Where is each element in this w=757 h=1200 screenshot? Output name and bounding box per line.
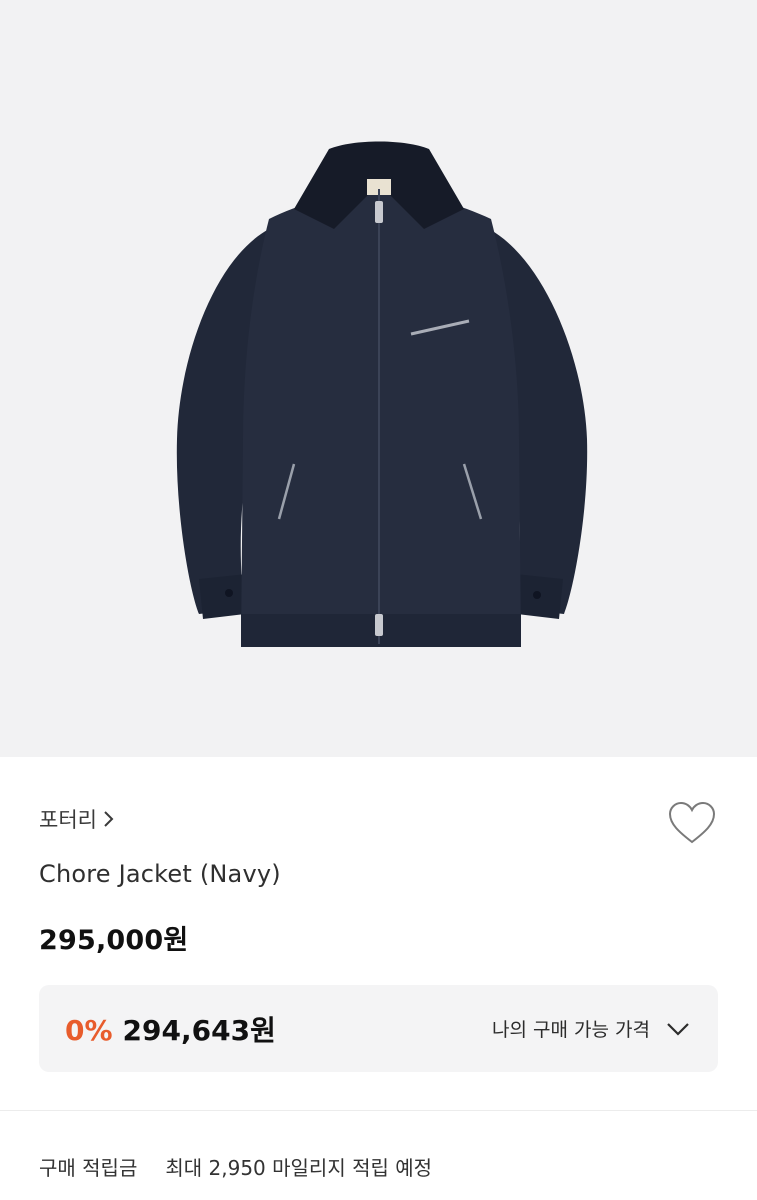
product-detail-page: 포터리 Chore Jacket (Navy) 295,000원 0% 294,… [0,0,757,1200]
my-price-toggle[interactable]: 나의 구매 가능 가격 [492,1015,690,1042]
final-price-group: 0% 294,643원 [65,1009,276,1049]
discount-rate: 0% [65,1013,113,1047]
heart-outline-icon [668,801,716,844]
reward-points-value: 최대 2,950 마일리지 적립 예정 [165,1156,433,1180]
reward-points-row: 구매 적립금 최대 2,950 마일리지 적립 예정 [39,1152,432,1181]
chevron-right-icon [103,810,115,828]
product-name: Chore Jacket (Navy) [39,860,281,888]
product-image[interactable] [0,0,757,757]
brand-link[interactable]: 포터리 [39,800,115,838]
reward-points-label: 구매 적립금 [39,1156,138,1180]
wishlist-button[interactable] [664,797,720,849]
brand-name: 포터리 [39,808,97,832]
my-price-box[interactable]: 0% 294,643원 나의 구매 가능 가격 [39,985,718,1072]
jacket-illustration [176,141,587,647]
product-price: 295,000원 [39,925,189,956]
my-price-label: 나의 구매 가능 가격 [492,1019,650,1041]
section-divider [0,1110,757,1111]
final-price: 294,643원 [122,1013,276,1047]
chevron-down-icon [667,1022,689,1036]
